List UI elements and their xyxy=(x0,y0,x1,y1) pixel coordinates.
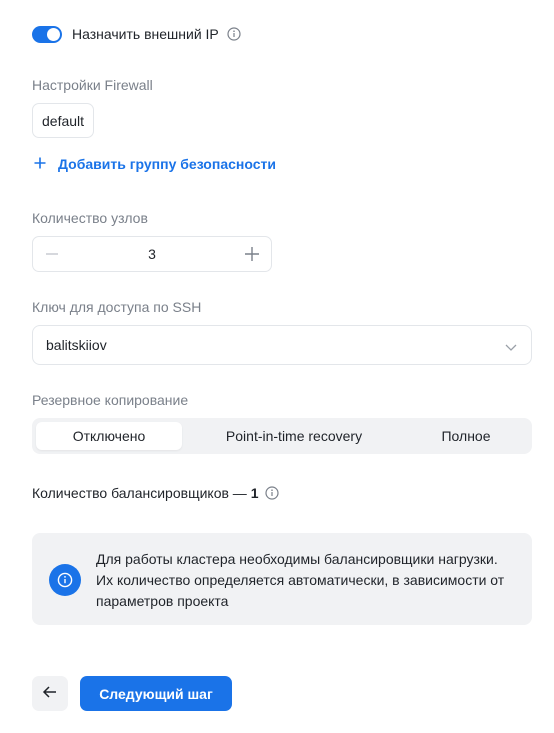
toggle-knob xyxy=(47,28,60,41)
backup-segmented-control: Отключено Point-in-time recovery Полное xyxy=(32,418,532,454)
backup-option-disabled[interactable]: Отключено xyxy=(36,422,182,450)
external-ip-label-row: Назначить внешний IP xyxy=(72,25,241,43)
add-security-group-label: Добавить группу безопасности xyxy=(58,156,276,172)
nodes-stepper[interactable]: 3 xyxy=(32,236,272,272)
firewall-section-label: Настройки Firewall xyxy=(32,77,153,93)
balancers-notice: Для работы кластера необходимы балансиро… xyxy=(32,533,532,625)
external-ip-toggle[interactable] xyxy=(32,26,62,43)
info-icon[interactable] xyxy=(227,27,241,41)
balancers-row: Количество балансировщиков — 1 xyxy=(32,484,279,502)
firewall-group-chip[interactable]: default xyxy=(32,103,95,138)
back-button[interactable] xyxy=(32,676,68,711)
add-security-group-button[interactable]: Добавить группу безопасности xyxy=(34,155,276,173)
balancers-count: 1 xyxy=(250,485,259,501)
ssh-key-value: balitskiiov xyxy=(46,337,107,353)
ssh-section-label: Ключ для доступа по SSH xyxy=(32,299,202,315)
backup-option-pitr[interactable]: Point-in-time recovery xyxy=(196,422,392,450)
info-circle-icon xyxy=(49,564,81,596)
backup-section-label: Резервное копирование xyxy=(32,392,189,408)
chevron-down-icon xyxy=(505,340,517,352)
notice-text: Для работы кластера необходимы балансиро… xyxy=(96,551,505,609)
balancers-label-text: Количество балансировщиков — xyxy=(32,485,251,501)
info-icon[interactable] xyxy=(264,486,279,500)
plus-icon xyxy=(34,155,46,173)
balancers-label: Количество балансировщиков — 1 xyxy=(32,484,259,502)
nodes-section-label: Количество узлов xyxy=(32,210,148,226)
arrow-left-icon xyxy=(42,684,58,703)
plus-icon[interactable] xyxy=(243,245,261,263)
backup-option-full[interactable]: Полное xyxy=(404,422,528,450)
external-ip-label: Назначить внешний IP xyxy=(72,26,219,42)
next-step-button[interactable]: Следующий шаг xyxy=(80,676,232,711)
ssh-key-select[interactable]: balitskiiov xyxy=(32,325,532,365)
nodes-value[interactable]: 3 xyxy=(33,246,271,262)
